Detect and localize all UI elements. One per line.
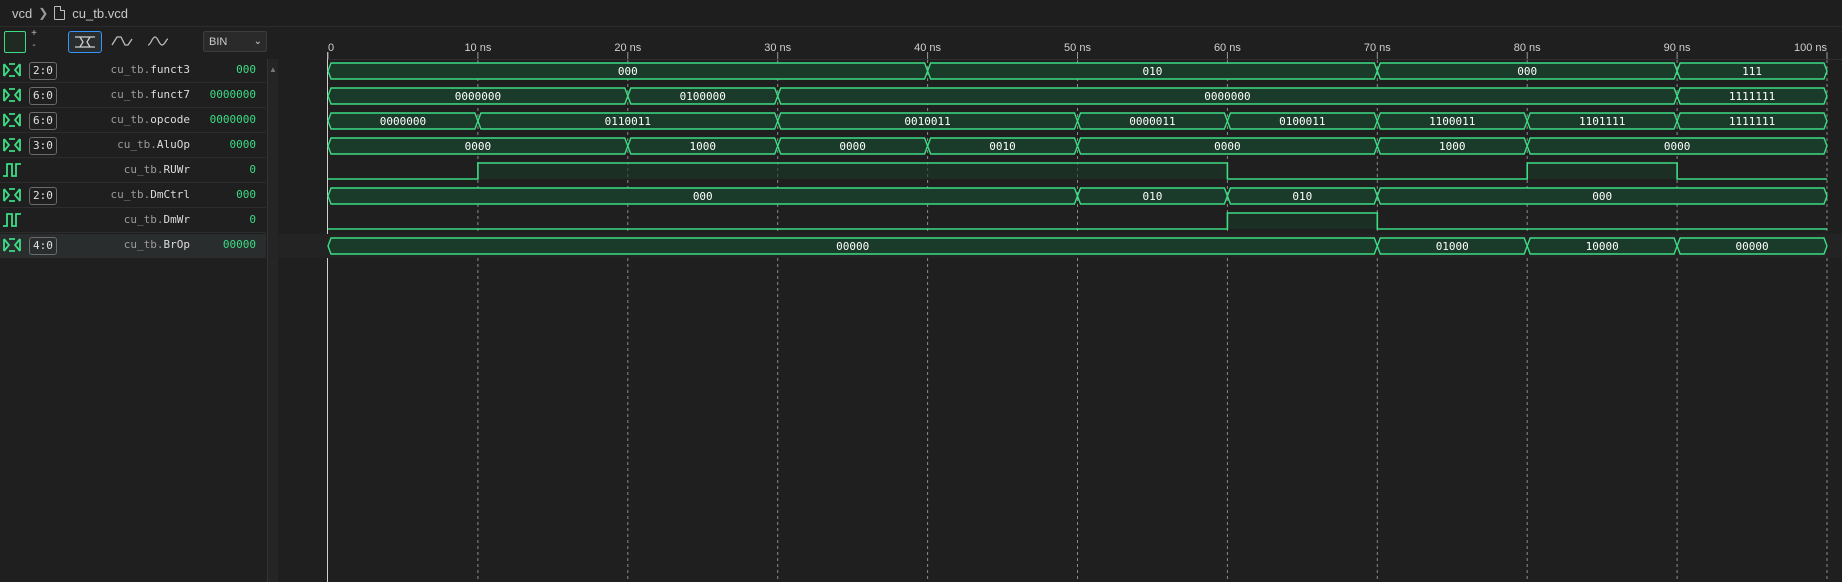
bus-segment-value: 1111111: [1729, 115, 1775, 128]
bus-segment-value: 00000: [1735, 240, 1768, 253]
bus-segment-value: 000: [618, 65, 638, 78]
bus-segment-value: 0000000: [380, 115, 426, 128]
bus-segment-value: 1000: [1439, 140, 1466, 153]
timeline-tick-label: 50 ns: [1064, 42, 1091, 54]
bus-segment-value: 0000: [465, 140, 492, 153]
bus-segment-value: 010: [1143, 190, 1163, 203]
bus-segment-value: 010: [1292, 190, 1312, 203]
bit-high-fill: [1527, 163, 1678, 179]
bus-segment-value: 000: [1592, 190, 1612, 203]
bus-segment-value: 0110011: [605, 115, 651, 128]
bus-segment-value: 0000: [1214, 140, 1241, 153]
bus-segment-value: 0100000: [680, 90, 726, 103]
bus-segment-value: 10000: [1586, 240, 1619, 253]
bus-segment-value: 0000: [839, 140, 866, 153]
bus-segment-value: 0000: [1664, 140, 1691, 153]
bit-high-fill: [477, 163, 1228, 179]
bus-segment-value: 0010011: [904, 115, 950, 128]
bus-segment-value: 0000000: [1204, 90, 1250, 103]
bus-segment-value: 00000: [836, 240, 869, 253]
timeline-tick-label: 60 ns: [1214, 42, 1241, 54]
timeline-tick-label: 70 ns: [1364, 42, 1391, 54]
bus-segment-value: 010: [1143, 65, 1163, 78]
bus-segment-value: 000: [693, 190, 713, 203]
bit-high-fill: [1227, 213, 1378, 229]
timeline-tick-label: 30 ns: [764, 42, 791, 54]
timeline-tick-label: 80 ns: [1514, 42, 1541, 54]
timeline-tick-label: 40 ns: [914, 42, 941, 54]
bus-segment-value: 1100011: [1429, 115, 1475, 128]
bus-segment-value: 0000011: [1129, 115, 1175, 128]
bus-segment-value: 111: [1742, 65, 1762, 78]
timeline-tick-label: 20 ns: [614, 42, 641, 54]
timeline-tick-label: 90 ns: [1664, 42, 1691, 54]
timeline-tick-label: 100 ns: [1794, 42, 1828, 54]
bus-segment-value: 01000: [1436, 240, 1469, 253]
bus-segment-value: 1111111: [1729, 90, 1775, 103]
bus-segment-value: 1000: [690, 140, 717, 153]
bus-segment-value: 000: [1517, 65, 1537, 78]
bit-waveform: [328, 212, 1827, 230]
timeline-tick-label: 0: [328, 42, 334, 54]
bus-segment-value: 0000000: [455, 90, 501, 103]
bus-segment-value: 1101111: [1579, 115, 1625, 128]
waveform-viewer[interactable]: 0 10 ns 20 ns 30 ns 40 ns 50 ns 60 ns 70 ns 80 n…: [0, 0, 1842, 582]
bus-segment-value: 0100011: [1279, 115, 1325, 128]
timeline-tick-label: 10 ns: [464, 42, 491, 54]
bus-segment-value: 0010: [989, 140, 1016, 153]
